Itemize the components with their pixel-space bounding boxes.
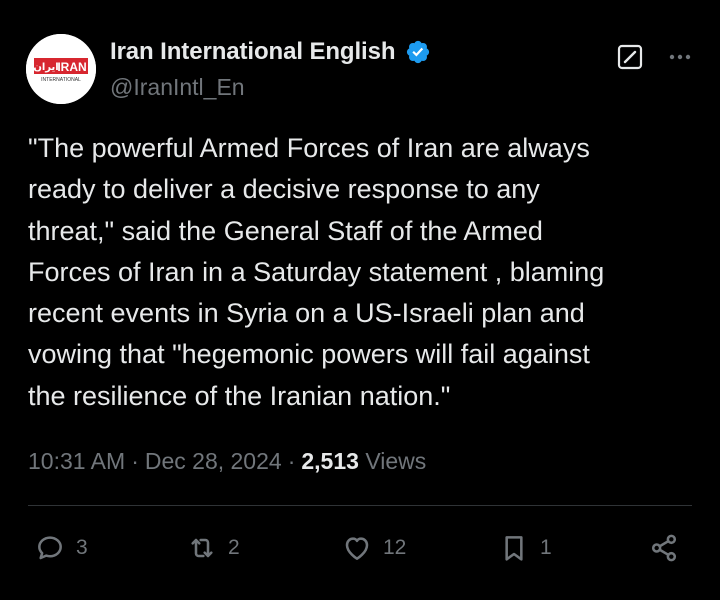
- tweet-time[interactable]: 10:31 AM: [28, 448, 125, 474]
- views-count[interactable]: 2,513: [301, 448, 359, 474]
- verified-badge-icon[interactable]: [405, 39, 431, 65]
- repost-icon: [191, 538, 213, 558]
- bookmark-button[interactable]: 1: [498, 528, 552, 568]
- repost-button[interactable]: 2: [186, 528, 240, 568]
- svg-text:ايران: ايران: [33, 62, 58, 73]
- tweet-header: IRAN ايران INTERNATIONAL Iran Internatio…: [26, 34, 694, 104]
- tweet-meta: 10:31 AM · Dec 28, 2024 · 2,513 Views: [28, 448, 426, 475]
- tweet-card: IRAN ايران INTERNATIONAL Iran Internatio…: [0, 0, 720, 600]
- grok-icon[interactable]: [616, 43, 644, 71]
- tweet-text: "The powerful Armed Forces of Iran are a…: [28, 133, 605, 411]
- views-label: Views: [365, 448, 427, 474]
- author-handle[interactable]: @IranIntl_En: [110, 74, 431, 101]
- avatar-logo-text: IRAN: [57, 60, 86, 74]
- avatar[interactable]: IRAN ايران INTERNATIONAL: [26, 34, 96, 104]
- top-actions: [616, 42, 694, 72]
- reply-icon: [38, 536, 62, 560]
- author-block: Iran International English @IranIntl_En: [110, 38, 431, 101]
- share-button[interactable]: [648, 528, 680, 568]
- bookmark-icon: [505, 536, 523, 561]
- like-count: 12: [383, 536, 407, 559]
- author-display-name[interactable]: Iran International English: [110, 38, 396, 66]
- repost-count: 2: [228, 536, 240, 559]
- share-icon: [651, 534, 677, 562]
- reply-count: 3: [76, 536, 88, 559]
- action-bar: 3 2 12 1: [34, 528, 686, 568]
- like-button[interactable]: 12: [341, 528, 406, 568]
- more-options-icon[interactable]: [666, 43, 694, 71]
- meta-separator: ·: [287, 448, 296, 474]
- meta-separator: ·: [131, 448, 139, 474]
- avatar-logo-subtext: INTERNATIONAL: [41, 77, 81, 83]
- divider: [28, 505, 692, 506]
- heart-icon: [345, 537, 369, 560]
- iran-international-logo-icon: IRAN ايران INTERNATIONAL: [26, 34, 96, 104]
- reply-button[interactable]: 3: [34, 528, 88, 568]
- bookmark-count: 1: [540, 536, 552, 559]
- tweet-date[interactable]: Dec 28, 2024: [145, 448, 282, 474]
